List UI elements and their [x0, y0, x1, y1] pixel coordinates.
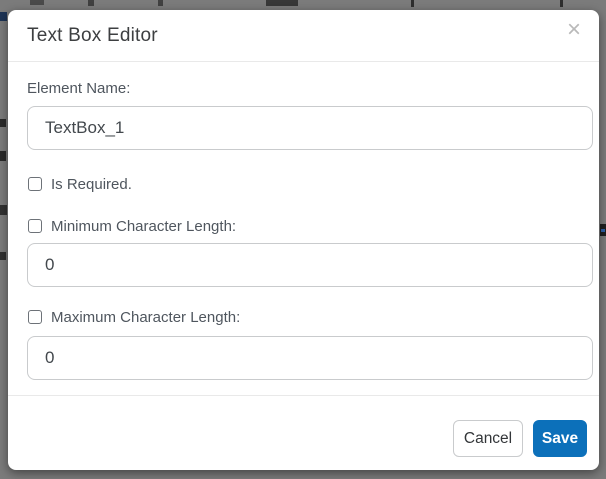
save-button[interactable]: Save — [533, 420, 587, 457]
dialog-header: Text Box Editor × — [8, 10, 599, 62]
backdrop-fragment — [266, 0, 298, 6]
min-length-input[interactable] — [27, 243, 593, 287]
min-length-row: Minimum Character Length: — [27, 216, 580, 236]
text-box-editor-dialog: Text Box Editor × Element Name: Is Requi… — [8, 10, 599, 470]
cancel-button[interactable]: Cancel — [453, 420, 523, 457]
backdrop-fragment — [601, 229, 605, 232]
is-required-label: Is Required. — [51, 176, 132, 193]
backdrop-fragment — [0, 119, 6, 127]
dialog-title: Text Box Editor — [27, 25, 158, 47]
max-length-checkbox[interactable] — [28, 310, 42, 324]
backdrop-fragment — [30, 0, 44, 5]
dimmed-backdrop: Text Box Editor × Element Name: Is Requi… — [0, 0, 606, 479]
element-name-label: Element Name: — [27, 79, 580, 99]
backdrop-fragment — [158, 0, 163, 6]
element-name-input[interactable] — [27, 106, 593, 150]
dialog-footer: Cancel Save — [8, 395, 599, 470]
backdrop-fragment — [0, 252, 6, 260]
min-length-checkbox[interactable] — [28, 219, 42, 233]
min-length-label: Minimum Character Length: — [51, 218, 236, 235]
close-icon[interactable]: × — [565, 18, 583, 42]
backdrop-fragment — [560, 0, 563, 7]
backdrop-fragment — [88, 0, 94, 6]
dialog-body: Element Name: Is Required. Minimum Chara… — [8, 62, 599, 395]
backdrop-fragment — [0, 151, 6, 161]
max-length-input[interactable] — [27, 336, 593, 380]
backdrop-fragment — [411, 0, 414, 7]
max-length-row: Maximum Character Length: — [27, 307, 580, 327]
max-length-label: Maximum Character Length: — [51, 309, 240, 326]
backdrop-fragment — [0, 12, 7, 21]
is-required-checkbox[interactable] — [28, 177, 42, 191]
backdrop-fragment — [0, 205, 7, 215]
is-required-row: Is Required. — [27, 174, 580, 194]
